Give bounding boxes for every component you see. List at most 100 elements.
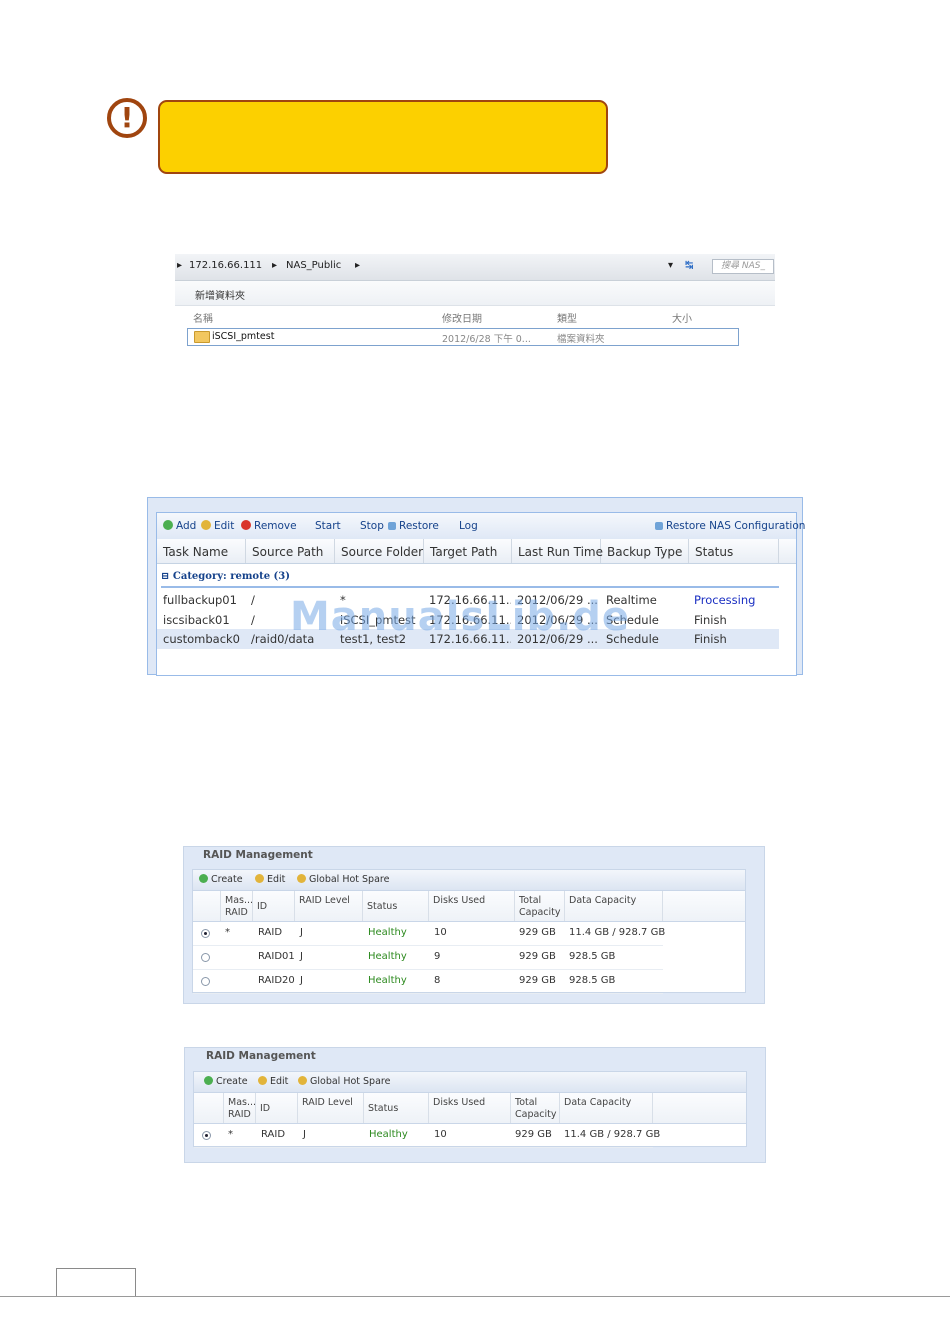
column-total-capacity[interactable]: Total Capacity — [515, 891, 565, 921]
watermark: ManualsLib.de — [290, 594, 631, 640]
select-radio[interactable] — [201, 977, 210, 986]
category-divider — [161, 586, 779, 588]
edit-button[interactable]: Edit — [258, 1076, 288, 1087]
breadcrumb-host[interactable]: 172.16.66.111 — [189, 260, 262, 271]
restore-icon — [388, 522, 396, 530]
refresh-icon[interactable]: ↹ — [685, 260, 693, 271]
data-capacity: 928.5 GB — [569, 975, 616, 986]
column-task-name[interactable]: Task Name — [157, 539, 246, 563]
column-id[interactable]: ID — [253, 891, 295, 921]
column-disks-used[interactable]: Disks Used — [429, 1093, 511, 1123]
raid-level: J — [300, 951, 303, 962]
panel-title: RAID Management — [203, 1050, 319, 1062]
source-path: / — [251, 613, 255, 627]
edit-icon — [201, 520, 211, 530]
collapse-icon[interactable]: ⊟ — [161, 571, 169, 582]
category-label: Category: remote (3) — [172, 571, 290, 582]
raid-grid: Create Edit Global Hot Spare Mas... RAID… — [193, 1071, 747, 1148]
add-button[interactable]: Add — [163, 520, 196, 532]
raid-status: Healthy — [368, 927, 407, 938]
data-capacity: 11.4 GB / 928.7 GB — [564, 1129, 661, 1140]
remove-icon — [241, 520, 251, 530]
chevron-right-icon: ▸ — [355, 260, 361, 271]
select-radio[interactable] — [202, 1131, 211, 1140]
column-source-path[interactable]: Source Path — [246, 539, 335, 563]
column-raid-level[interactable]: RAID Level — [295, 891, 363, 921]
explorer-column-headers: 名稱 修改日期 類型 大小 — [175, 306, 775, 326]
restore-nas-config-button[interactable]: Restore NAS Configuration — [655, 520, 805, 532]
chevron-right-icon: ▸ — [272, 260, 278, 271]
column-raid-level[interactable]: RAID Level — [298, 1093, 364, 1123]
edit-icon — [258, 1076, 267, 1085]
global-hot-spare-button[interactable]: Global Hot Spare — [297, 874, 389, 885]
raid-grid: Create Edit Global Hot Spare Mas... RAID… — [192, 869, 746, 994]
backup-panel: Add Edit Remove Start Stop Restore Log R… — [147, 497, 805, 676]
edit-button[interactable]: Edit — [255, 874, 285, 885]
table-row[interactable]: RAID20 J Healthy 8 929 GB 928.5 GB — [193, 970, 663, 994]
column-source-folder[interactable]: Source Folder — [335, 539, 424, 563]
explorer-toolbar: 新增資料夾 — [175, 281, 775, 306]
column-last-run-time[interactable]: Last Run Time — [512, 539, 603, 563]
task-name: customback0 — [163, 632, 240, 646]
column-modified[interactable]: 修改日期 — [442, 310, 482, 325]
disks-used: 10 — [434, 927, 447, 938]
select-radio[interactable] — [201, 953, 210, 962]
column-disks-used[interactable]: Disks Used — [429, 891, 515, 921]
raid-id: RAID01 — [258, 951, 295, 962]
page-number-tab — [56, 1268, 136, 1297]
raid-level: J — [300, 927, 303, 938]
raid-level: J — [300, 975, 303, 986]
status-text: Processing — [694, 593, 756, 607]
warning-icon: ! — [107, 98, 147, 138]
file-modified: 2012/6/28 下午 0... — [442, 334, 531, 345]
restore-button[interactable]: Restore — [388, 520, 439, 532]
column-master-raid[interactable]: Mas... RAID — [224, 1093, 256, 1123]
create-icon — [204, 1076, 213, 1085]
create-button[interactable]: Create — [204, 1076, 248, 1087]
table-row[interactable]: RAID01 J Healthy 9 929 GB 928.5 GB — [193, 946, 663, 970]
stop-button[interactable]: Stop — [360, 520, 384, 532]
breadcrumb-folder[interactable]: NAS_Public — [286, 260, 341, 271]
new-folder-button[interactable]: 新增資料夾 — [195, 287, 245, 302]
column-backup-type[interactable]: Backup Type — [601, 539, 689, 563]
column-name[interactable]: 名稱 — [193, 310, 213, 325]
select-radio[interactable] — [201, 929, 210, 938]
status-text: Finish — [694, 632, 727, 646]
column-id[interactable]: ID — [256, 1093, 298, 1123]
hot-spare-icon — [298, 1076, 307, 1085]
column-status[interactable]: Status — [363, 891, 429, 921]
search-input[interactable]: 搜尋 NAS_ — [712, 259, 774, 274]
restore-nas-icon — [655, 522, 663, 530]
total-capacity: 929 GB — [519, 951, 556, 962]
category-group-header[interactable]: ⊟ Category: remote (3) — [161, 571, 290, 582]
raid-id: RAID — [258, 927, 283, 938]
raid-toolbar: Create Edit Global Hot Spare — [194, 1072, 746, 1093]
hot-spare-icon — [297, 874, 306, 883]
log-button[interactable]: Log — [459, 520, 478, 532]
list-item[interactable]: iSCSI_pmtest 2012/6/28 下午 0... 檔案資料夾 — [187, 328, 739, 346]
edit-button[interactable]: Edit — [201, 520, 234, 532]
disks-used: 8 — [434, 975, 441, 986]
column-status[interactable]: Status — [364, 1093, 429, 1123]
file-type: 檔案資料夾 — [557, 334, 605, 345]
column-status[interactable]: Status — [689, 539, 779, 563]
raid-column-headers: Mas... RAID ID RAID Level Status Disks U… — [194, 1093, 746, 1124]
column-type[interactable]: 類型 — [557, 310, 577, 325]
global-hot-spare-button[interactable]: Global Hot Spare — [298, 1076, 390, 1087]
raid-level: J — [303, 1129, 306, 1140]
address-bar[interactable]: ▸ 172.16.66.111 ▸ NAS_Public ▸ ▾ ↹ 搜尋 NA… — [175, 254, 775, 281]
table-row[interactable]: * RAID J Healthy 10 929 GB 11.4 GB / 928… — [193, 922, 665, 946]
column-target-path[interactable]: Target Path — [424, 539, 512, 563]
column-data-capacity[interactable]: Data Capacity — [565, 891, 663, 921]
start-button[interactable]: Start — [315, 520, 341, 532]
remove-button[interactable]: Remove — [241, 520, 297, 532]
dropdown-arrow-icon[interactable]: ▾ — [668, 260, 673, 271]
column-data-capacity[interactable]: Data Capacity — [560, 1093, 653, 1123]
column-size[interactable]: 大小 — [672, 310, 692, 325]
task-name: iscsiback01 — [163, 613, 230, 627]
file-name: iSCSI_pmtest — [212, 331, 275, 342]
column-master-raid[interactable]: Mas... RAID — [221, 891, 253, 921]
column-total-capacity[interactable]: Total Capacity — [511, 1093, 560, 1123]
create-button[interactable]: Create — [199, 874, 243, 885]
table-row[interactable]: * RAID J Healthy 10 929 GB 11.4 GB / 928… — [194, 1124, 660, 1148]
